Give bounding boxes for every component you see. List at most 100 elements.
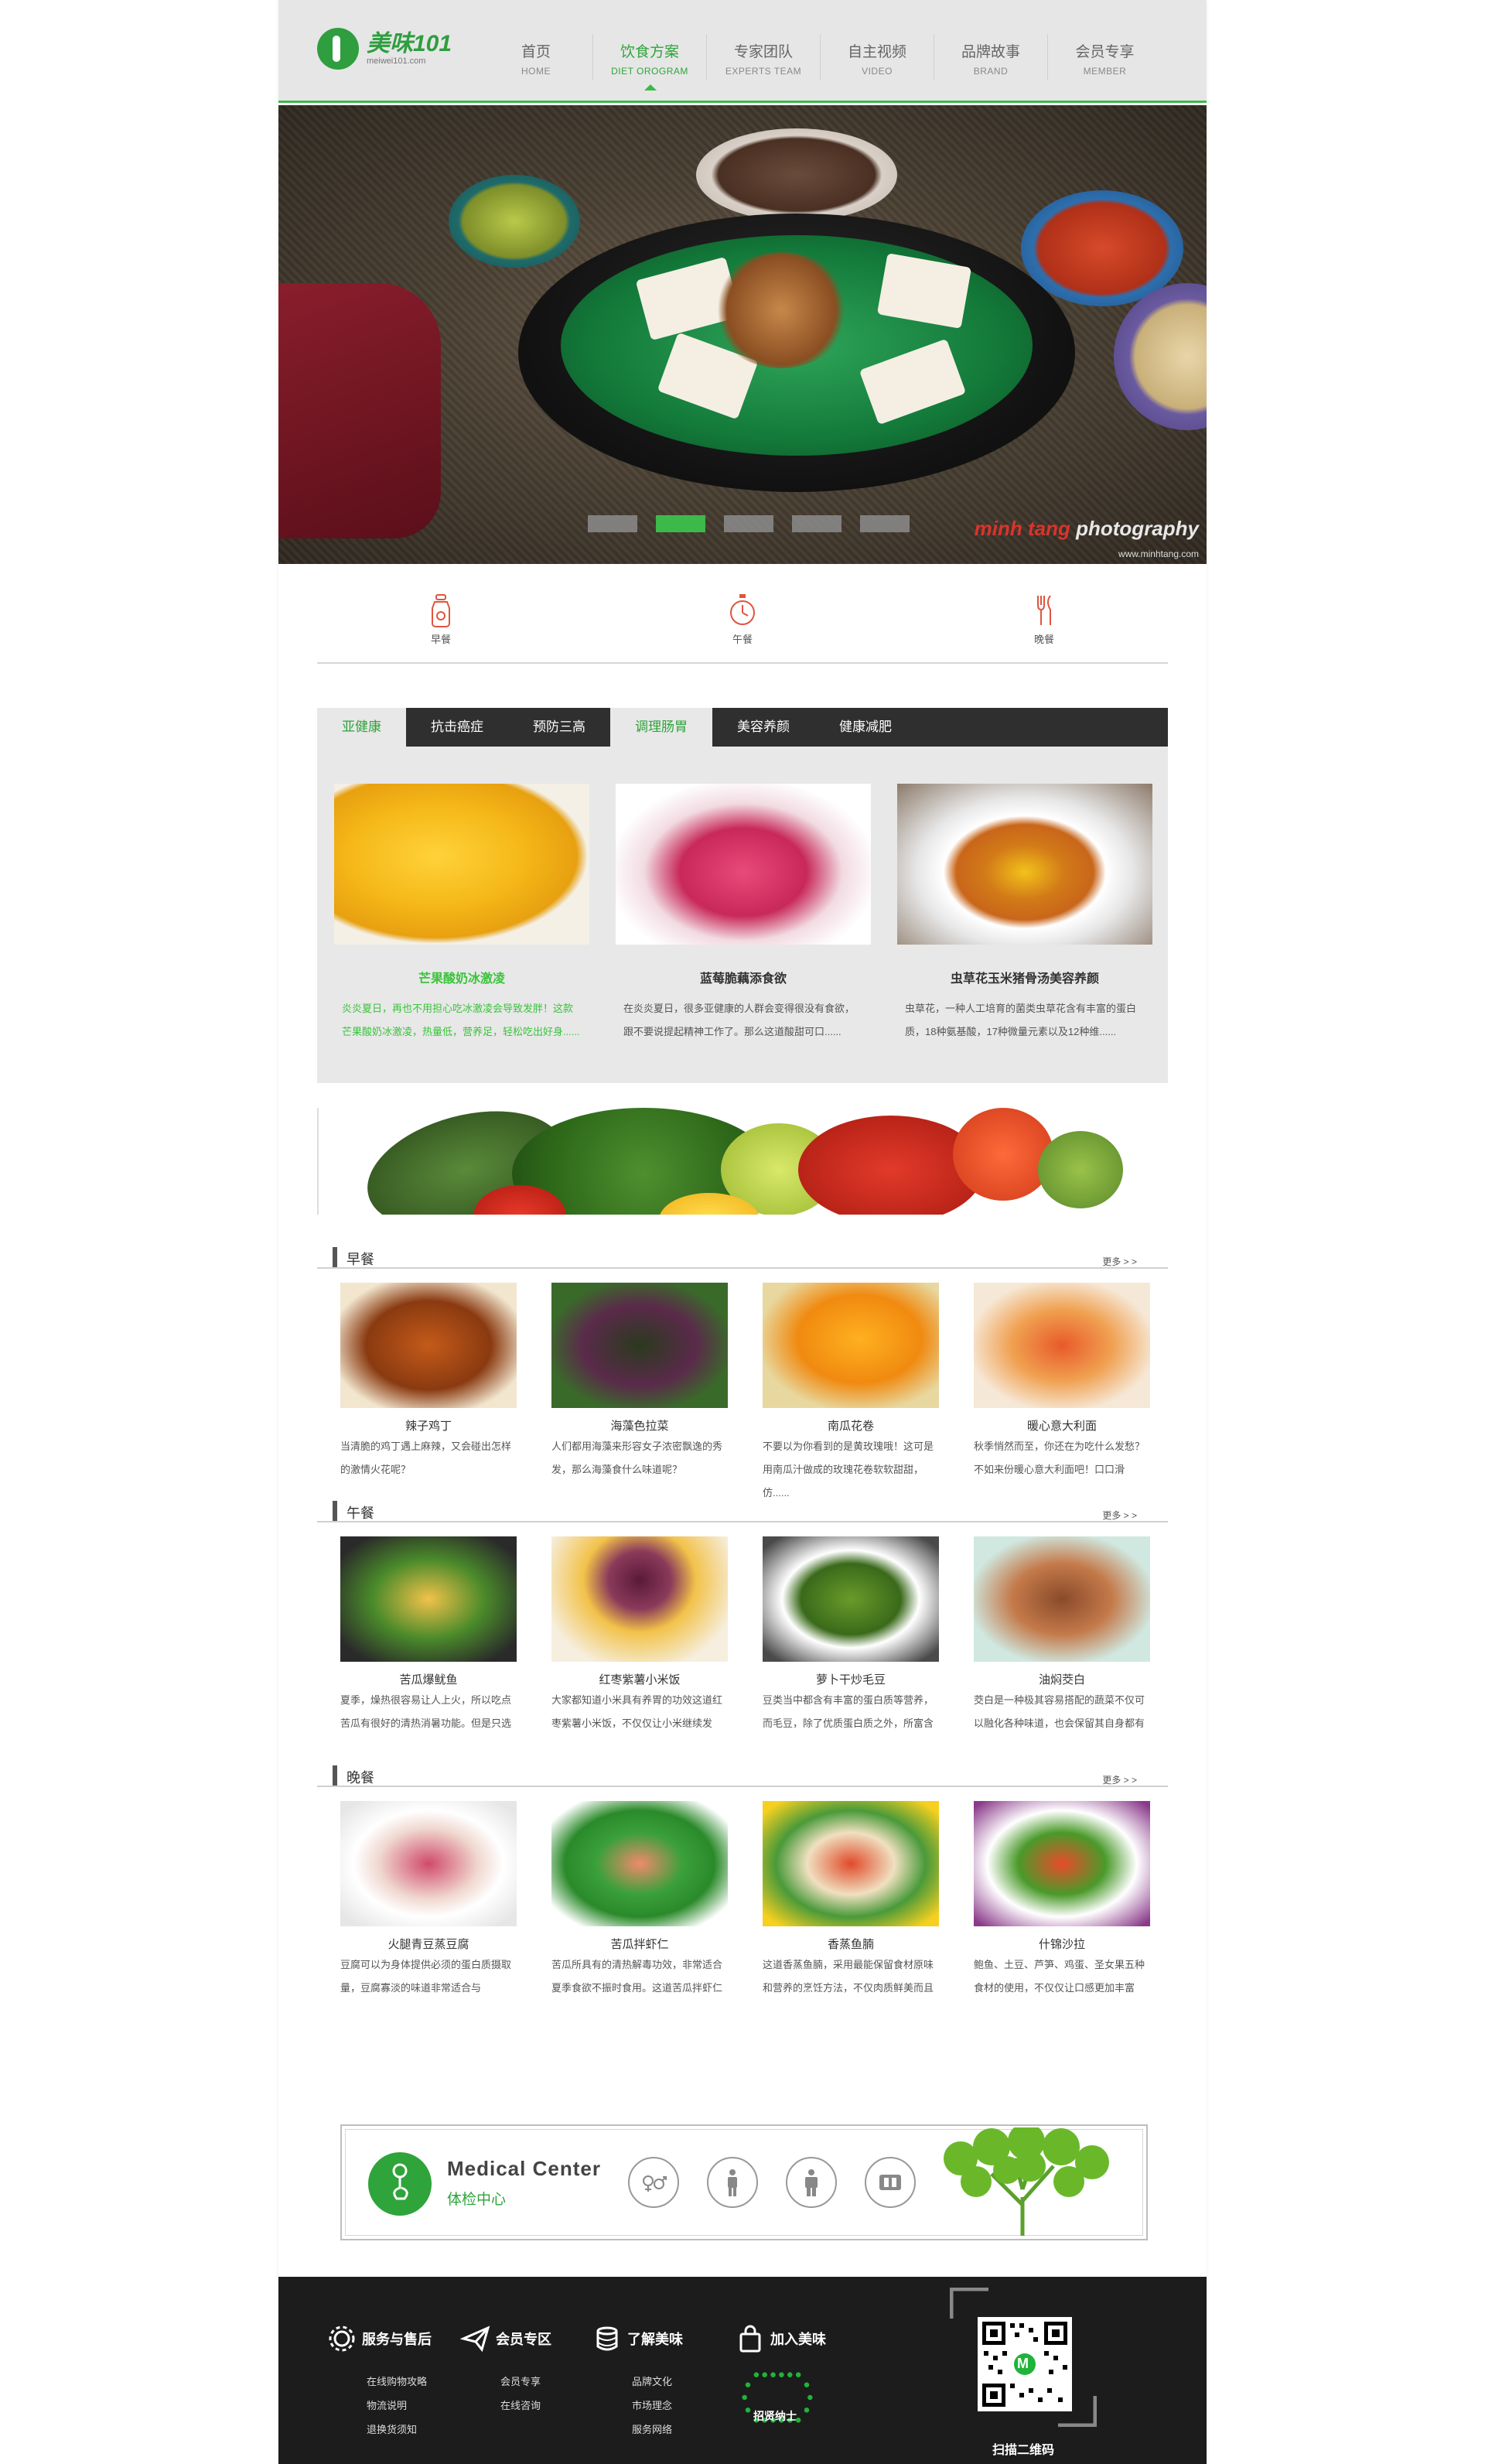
dish-item[interactable]: 油焖茭白 茭白是一种极其容易搭配的蔬菜不仅可以融化各种味道，也会保留其自身都有 [974,1536,1150,1735]
dish-name: 海藻色拉菜 [610,1420,669,1433]
dish-desc: 豆腐可以为身体提供必须的蛋白质摄取量，豆腐寡淡的味道非常适合与 [340,1959,512,1994]
meal-label: 午餐 [732,634,753,645]
medical-center-banner[interactable]: Medical Center 体检中心 [340,2124,1148,2240]
slider-dot[interactable] [724,515,773,532]
dish-item[interactable]: 苦瓜爆鱿鱼夏季，燥热很容易让人上火，所以吃点苦瓜有很好的清热消暑功能。但是只选 [340,1536,517,1735]
qr-code-block[interactable]: M 扫描二维码 [950,2288,1097,2457]
section-title: 早餐 [346,1252,374,1267]
featured-card[interactable]: 芒果酸奶冰激凌 炎炎夏日，再也不用担心吃冰激凌会导致发胖！这款芒果酸奶冰激凌，热… [334,784,589,1044]
dish-image [551,1536,728,1662]
nav-experts-team[interactable]: 专家团队 EXPERTS TEAM [707,34,821,80]
tab-sub-health[interactable]: 亚健康 [317,708,406,747]
more-link[interactable]: 更多 > > [1102,1773,1137,1786]
qr-code-icon: M [978,2317,1072,2411]
dish-item[interactable]: 南瓜花卷 不要以为你看到的是黄玫瑰哦！这可是用南瓜汁做成的玫瑰花卷软软甜甜，仿..… [763,1283,939,1505]
dish-item[interactable]: 红枣紫薯小米饭 大家都知道小米具有养胃的功效这道红枣紫薯小米饭，不仅仅让小米继续发 [551,1536,728,1735]
tab-beauty[interactable]: 美容养颜 [712,708,814,747]
slider-dot[interactable] [792,515,842,532]
section-title: 晚餐 [346,1770,374,1786]
slider-dot[interactable] [588,515,637,532]
tree-icon [944,2127,1109,2236]
main-nav: 首页 HOME 饮食方案 DIET OROGRAM 专家团队 EXPERTS TEAM… [480,34,1162,91]
dish-name: 南瓜花卷 [827,1420,874,1433]
qr-caption: 扫描二维码 [992,2444,1054,2457]
recruit-link[interactable]: 招贤纳士 [735,2368,826,2427]
dish-item[interactable]: 萝卜干炒毛豆 豆类当中都含有丰富的蛋白质等营养，而毛豆，除了优质蛋白质之外，所富含 [763,1536,939,1735]
footer-link[interactable]: 退换货须知 [367,2418,432,2442]
slider-dot-active[interactable] [656,515,705,532]
footer-col-title: 会员专区 [496,2332,551,2347]
slider-dot[interactable] [860,515,910,532]
bag-icon [739,2325,761,2353]
dish-item[interactable]: 暖心意大利面 秋季悄然而至，你还在为吃什么发愁？不如来份暖心意大利面吧！口口滑 [974,1283,1150,1505]
dish-desc: 秋季悄然而至，你还在为吃什么发愁？不如来份暖心意大利面吧！口口滑 [974,1440,1145,1475]
dish-name: 苦瓜爆鱿鱼 [399,1673,458,1687]
card-desc: 虫草花，一种人工培育的菌类虫草花含有丰富的蛋白质，18种氨基酸，17种微量元素以… [905,1003,1137,1037]
footer-link[interactable]: 在线咨询 [500,2394,551,2418]
tab-anti-cancer[interactable]: 抗击癌症 [406,708,508,747]
dish-name: 火腿青豆蒸豆腐 [387,1938,469,1951]
dish-image [763,1536,939,1662]
dish-desc: 当清脆的鸡丁遇上麻辣，又会碰出怎样的激情火花呢？ [340,1440,512,1475]
nav-label: 会员专享 [1075,44,1135,60]
nav-brand[interactable]: 品牌故事 BRAND [934,34,1048,80]
dish-item[interactable]: 火腿青豆蒸豆腐豆腐可以为身体提供必须的蛋白质摄取量，豆腐寡淡的味道非常适合与 [340,1801,517,2000]
more-link[interactable]: 更多 > > [1102,1255,1137,1268]
nav-diet-program[interactable]: 饮食方案 DIET OROGRAM [593,34,707,91]
header: 美味101 meiwei101.com 首页 HOME 饮食方案 DIET OROG… [278,0,1207,103]
logo[interactable]: 美味101 meiwei101.com [317,28,452,70]
hero-banner[interactable]: minh tang photography www.minhtang.com [278,105,1207,564]
footer-link[interactable]: 物流说明 [367,2394,432,2418]
meal-breakfast[interactable]: 早餐 [410,588,472,662]
nav-label: 饮食方案 [620,44,679,60]
dish-image [340,1536,517,1662]
footer-link[interactable]: 市场理念 [632,2394,683,2418]
napkin-image [278,283,441,538]
gender-icon[interactable] [628,2157,679,2208]
more-link[interactable]: 更多 > > [1102,1509,1137,1522]
featured-cards: 芒果酸奶冰激凌 炎炎夏日，再也不用担心吃冰激凌会导致发胖！这款芒果酸奶冰激凌，热… [334,784,1152,1044]
male-body-icon[interactable] [707,2157,758,2208]
nav-home[interactable]: 首页 HOME [480,34,593,80]
page: 美味101 meiwei101.com 首页 HOME 饮食方案 DIET OROG… [0,0,1485,2464]
dish-item[interactable]: 海藻色拉菜 人们都用海藻来形容女子浓密飘逸的秀发，那么海藻食什么味道呢？ [551,1283,728,1505]
footer-col-join: 加入美味 招贤纳士 [735,2323,826,2427]
dish-desc: 豆类当中都含有丰富的蛋白质等营养，而毛豆，除了优质蛋白质之外，所富含 [763,1694,934,1729]
footer-link[interactable]: 在线购物攻略 [367,2370,432,2394]
dish-item[interactable]: 什锦沙拉 鲍鱼、土豆、芦笋、鸡蛋、圣女果五种食材的使用，不仅仅让口感更加丰富 [974,1801,1150,2000]
cutlery-icon [1037,595,1051,625]
dish-image [763,1283,939,1408]
section-dinner: 晚餐 更多 > > 火腿青豆蒸豆腐豆腐可以为身体提供必须的蛋白质摄取量，豆腐寡淡… [317,1765,1168,2000]
footer-col-about: 了解美味 品牌文化 市场理念 服务网络 [592,2323,683,2442]
logo-mark-icon [317,28,359,70]
nav-label: 专家团队 [733,44,793,60]
card-desc: 在炎炎夏日，很多亚健康的人群会变得很没有食欲，跟不要说提起精神工作了。那么这道酸… [623,1003,855,1037]
dish-item[interactable]: 香蒸鱼腩 这道香蒸鱼腩，采用最能保留食材原味和营养的烹饪方法，不仅肉质鲜美而且 [763,1801,939,2000]
body-exam-icon[interactable] [786,2157,837,2208]
footer-link[interactable]: 会员专享 [500,2370,551,2394]
page-container: 美味101 meiwei101.com 首页 HOME 饮食方案 DIET OROG… [278,0,1207,2464]
dish-image [551,1283,728,1408]
meal-dinner[interactable]: 晚餐 [1013,588,1075,662]
photo-credit: minh tang photography [974,517,1199,540]
dish-item[interactable]: 苦瓜拌虾仁 苦瓜所具有的清热解毒功效，非常适合夏季食欲不振时食用。这道苦瓜拌虾仁 [551,1801,728,2000]
featured-card[interactable]: 虫草花玉米猪骨汤美容养颜 虫草花，一种人工培育的菌类虫草花含有丰富的蛋白质，18… [897,784,1152,1044]
footer-col-title: 服务与售后 [362,2332,432,2347]
dish-name: 辣子鸡丁 [405,1420,452,1433]
dish-desc: 夏季，燥热很容易让人上火，所以吃点苦瓜有很好的清热消暑功能。但是只选 [340,1694,512,1729]
footer-col-title: 了解美味 [627,2332,683,2347]
card-title: 蓝莓脆藕添食欲 [699,972,787,986]
footer-link[interactable]: 品牌文化 [632,2370,683,2394]
tab-stomach-care[interactable]: 调理肠胃 [610,708,712,747]
nav-member[interactable]: 会员专享 MEMBER [1048,34,1162,80]
footer-col-member: 会员专区 会员专享 在线咨询 [460,2323,551,2418]
nav-video[interactable]: 自主视频 VIDEO [821,34,934,80]
dish-item[interactable]: 辣子鸡丁当清脆的鸡丁遇上麻辣，又会碰出怎样的激情火花呢？ [340,1283,517,1505]
footer-link[interactable]: 服务网络 [632,2418,683,2442]
featured-card[interactable]: 蓝莓脆藕添食欲 在炎炎夏日，很多亚健康的人群会变得很没有食欲，跟不要说提起精神工… [616,784,871,1044]
tab-prevent-three-highs[interactable]: 预防三高 [508,708,610,747]
footer-col-title: 加入美味 [770,2332,826,2347]
meal-lunch[interactable]: 午餐 [712,588,773,662]
scan-icon[interactable] [865,2157,916,2208]
tab-weight-loss[interactable]: 健康减肥 [814,708,917,747]
